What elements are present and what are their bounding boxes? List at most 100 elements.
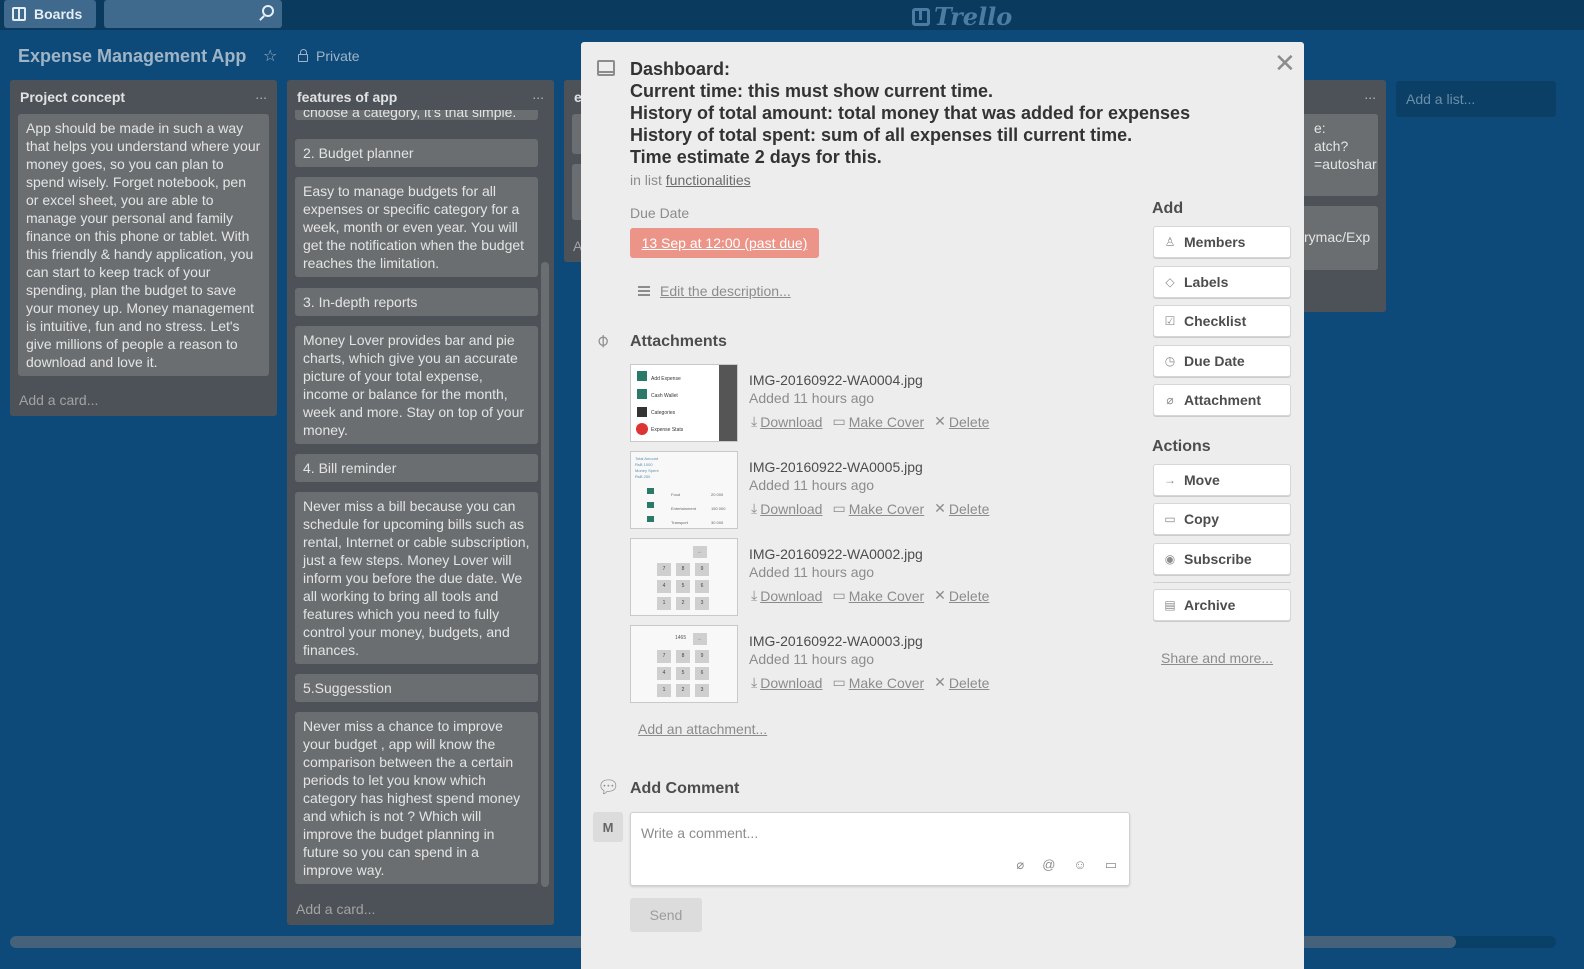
emoji-icon[interactable]: ☺ bbox=[1073, 857, 1086, 873]
card-link-icon[interactable]: ▭ bbox=[1105, 857, 1117, 873]
delete-icon: ✕ bbox=[934, 500, 946, 516]
thumb-row-label: Entertainment bbox=[671, 506, 696, 511]
list-features: features of app ... choose a category, i… bbox=[287, 80, 554, 925]
make-cover-link[interactable]: ▭ Make Cover bbox=[832, 587, 924, 604]
list-menu-button[interactable]: ... bbox=[1364, 86, 1376, 102]
close-icon[interactable]: ✕ bbox=[1274, 50, 1296, 76]
list-card[interactable]: App should be made in such a way that he… bbox=[18, 114, 269, 376]
download-link[interactable]: ⤓ Download bbox=[751, 587, 822, 604]
thumb-key: 1 bbox=[657, 597, 671, 610]
checklist-button[interactable]: ☑ Checklist bbox=[1153, 305, 1291, 337]
archive-button[interactable]: ▤ Archive bbox=[1153, 589, 1291, 621]
list-card[interactable]: 2. Budget planner bbox=[295, 139, 538, 167]
attachment-name[interactable]: IMG-20160922-WA0005.jpg bbox=[749, 459, 923, 475]
search-input[interactable] bbox=[104, 0, 282, 28]
star-icon[interactable]: ☆ bbox=[263, 46, 277, 66]
paperclip-icon: ⌀ bbox=[1166, 393, 1174, 407]
add-attachment-link[interactable]: Add an attachment... bbox=[638, 721, 767, 737]
send-button[interactable]: Send bbox=[630, 898, 702, 932]
attachment-actions: ⤓ Download ▭ Make Cover ✕ Delete bbox=[751, 413, 989, 430]
search-icon[interactable] bbox=[262, 5, 274, 17]
thumb-row-label: Food bbox=[671, 492, 681, 497]
attachment-thumbnail[interactable]: Total Amount RsB 1000 Money Spent RsB 25… bbox=[630, 451, 738, 529]
delete-link[interactable]: ✕ Delete bbox=[934, 587, 989, 604]
thumb-key: 4 bbox=[657, 580, 671, 593]
add-card-link[interactable]: Add a card... bbox=[296, 901, 375, 917]
in-list-link[interactable]: functionalities bbox=[666, 172, 751, 188]
attachment-time: Added 11 hours ago bbox=[749, 390, 875, 406]
attachment-name[interactable]: IMG-20160922-WA0004.jpg bbox=[749, 372, 923, 388]
list-card[interactable]: 4. Bill reminder bbox=[295, 454, 538, 482]
card-title[interactable]: Dashboard: Current time: this must show … bbox=[630, 58, 1250, 168]
thumb-key: 2 bbox=[676, 684, 690, 697]
subscribe-button[interactable]: ◉ Subscribe bbox=[1153, 543, 1291, 575]
move-button[interactable]: → Move bbox=[1153, 464, 1291, 496]
list-menu-button[interactable]: ... bbox=[532, 86, 544, 102]
list-card[interactable]: 3. In-depth reports bbox=[295, 288, 538, 316]
list-card[interactable]: choose a category, it's that simple. bbox=[295, 110, 538, 120]
make-cover-link[interactable]: ▭ Make Cover bbox=[832, 500, 924, 517]
share-and-more-link[interactable]: Share and more... bbox=[1161, 650, 1273, 666]
mention-icon[interactable]: @ bbox=[1042, 857, 1055, 873]
list-scrollbar[interactable] bbox=[541, 262, 549, 887]
make-cover-link[interactable]: ▭ Make Cover bbox=[832, 413, 924, 430]
attach-icon[interactable]: ⌀ bbox=[1016, 857, 1024, 873]
list-card[interactable]: Never miss a bill because you can schedu… bbox=[295, 492, 538, 664]
attachment-name[interactable]: IMG-20160922-WA0003.jpg bbox=[749, 633, 923, 649]
delete-link[interactable]: ✕ Delete bbox=[934, 413, 989, 430]
copy-icon: ▭ bbox=[1164, 512, 1176, 526]
download-link[interactable]: ⤓ Download bbox=[751, 413, 822, 430]
attachment-thumbnail[interactable]: Add Expense Cash Wallet Categories Expen… bbox=[630, 364, 738, 442]
due-date-badge[interactable]: 13 Sep at 12:00 (past due) bbox=[630, 228, 819, 258]
download-icon: ⤓ bbox=[751, 413, 758, 429]
avatar[interactable]: M bbox=[593, 812, 623, 842]
delete-link[interactable]: ✕ Delete bbox=[934, 500, 989, 517]
thumb-back-key: ← bbox=[693, 546, 707, 558]
card-icon bbox=[597, 60, 615, 76]
thumb-key: 6 bbox=[695, 667, 709, 680]
thumb-menu-item: Add Expense bbox=[651, 376, 681, 382]
list-menu-button[interactable]: ... bbox=[255, 86, 267, 102]
list-card[interactable]: Easy to manage budgets for all expenses … bbox=[295, 177, 538, 277]
thumb-key: 6 bbox=[695, 580, 709, 593]
attachment-thumbnail[interactable]: ← 7 8 9 4 5 6 1 2 3 bbox=[630, 538, 738, 616]
privacy-button[interactable]: Private bbox=[298, 48, 360, 64]
board-title[interactable]: Expense Management App bbox=[18, 46, 246, 67]
members-button[interactable]: ♙ Members bbox=[1153, 226, 1291, 258]
cover-icon: ▭ bbox=[832, 674, 846, 690]
list-card[interactable]: 5.Suggesstion bbox=[295, 674, 538, 702]
due-date-button[interactable]: ◷ Due Date bbox=[1153, 345, 1291, 377]
add-card-link[interactable]: Add a card... bbox=[19, 392, 98, 408]
comment-box: ⌀ @ ☺ ▭ bbox=[630, 812, 1130, 886]
attachment-thumbnail[interactable]: 1465 ← 7 8 9 4 5 6 1 2 3 bbox=[630, 625, 738, 703]
copy-button[interactable]: ▭ Copy bbox=[1153, 503, 1291, 535]
make-cover-link[interactable]: ▭ Make Cover bbox=[832, 674, 924, 691]
attachment-name[interactable]: IMG-20160922-WA0002.jpg bbox=[749, 546, 923, 562]
thumb-menu-item: Expense Stats bbox=[651, 427, 684, 433]
thumb-value: 1465 bbox=[675, 635, 687, 641]
card-title-line: History of total spent: sum of all expen… bbox=[630, 125, 1133, 145]
download-link[interactable]: ⤓ Download bbox=[751, 500, 822, 517]
add-list-button[interactable]: Add a list... bbox=[1396, 81, 1556, 117]
list-title[interactable]: features of app bbox=[297, 89, 397, 105]
trello-logo[interactable]: Trello bbox=[912, 2, 1012, 31]
card-detail-modal: ✕ Dashboard: Current time: this must sho… bbox=[581, 42, 1304, 969]
attachment-actions: ⤓ Download ▭ Make Cover ✕ Delete bbox=[751, 674, 989, 691]
list-card[interactable]: Money Lover provides bar and pie charts,… bbox=[295, 326, 538, 444]
download-link[interactable]: ⤓ Download bbox=[751, 674, 822, 691]
attachment-time: Added 11 hours ago bbox=[749, 564, 875, 580]
edit-description-link[interactable]: Edit the description... bbox=[638, 283, 791, 299]
attachment-actions: ⤓ Download ▭ Make Cover ✕ Delete bbox=[751, 500, 989, 517]
list-title[interactable]: Project concept bbox=[20, 89, 125, 105]
labels-button[interactable]: ◇ Labels bbox=[1153, 266, 1291, 298]
attachment-button[interactable]: ⌀ Attachment bbox=[1153, 384, 1291, 416]
thumb-row-label: Transport bbox=[671, 520, 688, 525]
comment-input[interactable] bbox=[641, 821, 1111, 845]
list-card[interactable]: Never miss a chance to improve your budg… bbox=[295, 712, 538, 884]
lock-icon bbox=[298, 49, 308, 62]
delete-link[interactable]: ✕ Delete bbox=[934, 674, 989, 691]
boards-button[interactable]: Boards bbox=[4, 0, 96, 28]
paperclip-icon: ⌀ bbox=[591, 329, 613, 352]
thumb-key: 2 bbox=[676, 597, 690, 610]
delete-icon: ✕ bbox=[934, 413, 946, 429]
